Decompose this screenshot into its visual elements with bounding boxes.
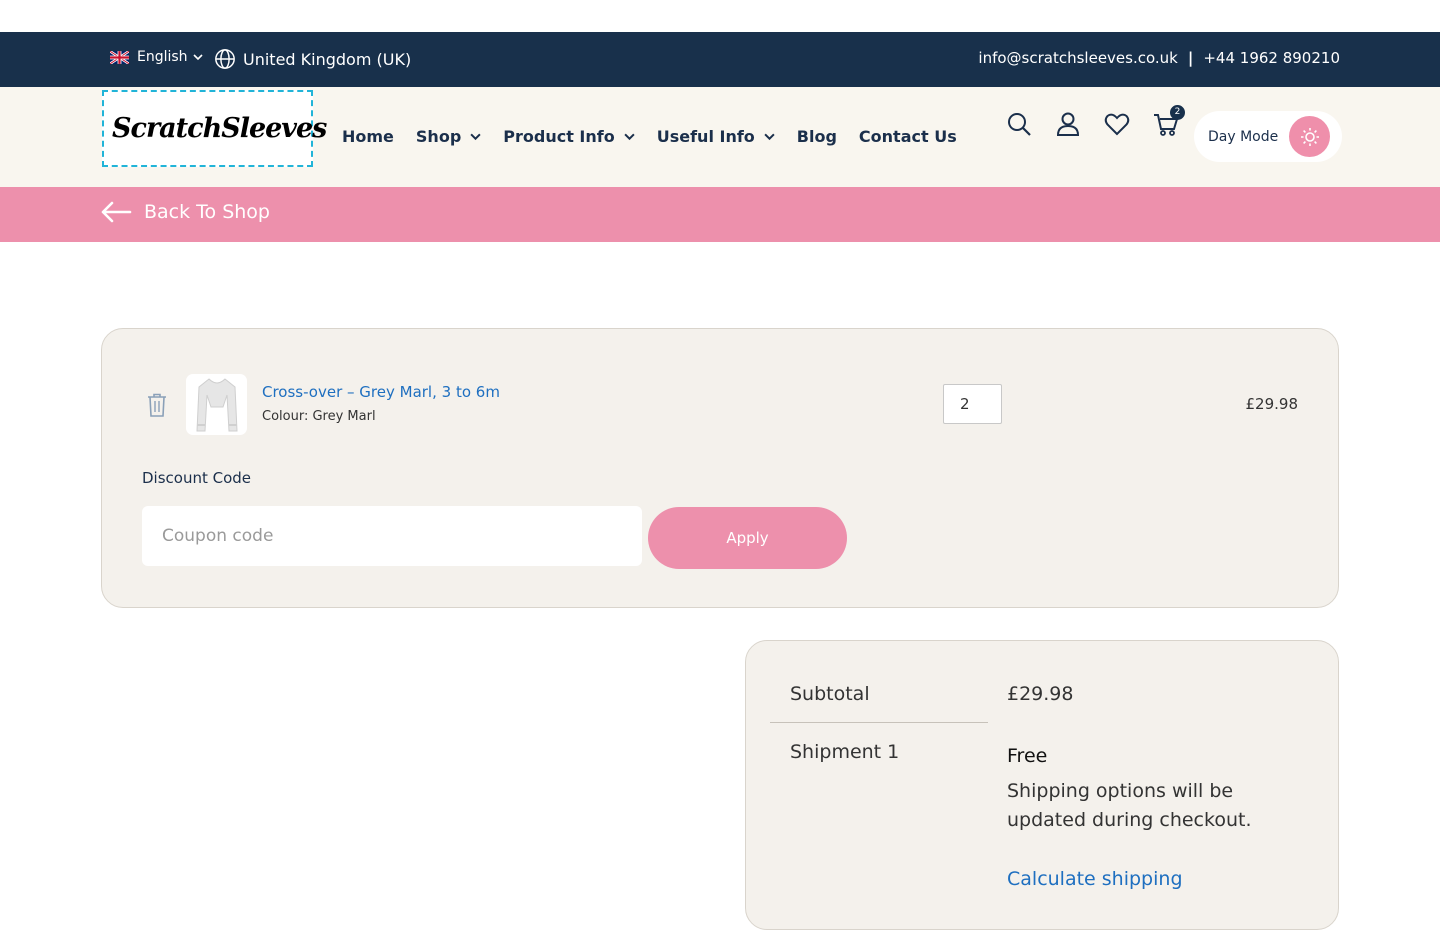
product-name-link[interactable]: Cross-over – Grey Marl, 3 to 6m <box>262 383 500 401</box>
cart-items-card: Cross-over – Grey Marl, 3 to 6m Colour: … <box>101 328 1339 608</box>
day-mode-toggle[interactable]: Day Mode <box>1194 111 1342 162</box>
sun-icon <box>1289 116 1330 157</box>
line-price: £29.98 <box>1245 395 1299 413</box>
nav-label: Blog <box>796 127 837 146</box>
chevron-down-icon <box>764 133 775 141</box>
nav-label: Shop <box>415 127 462 146</box>
nav-label: Home <box>342 127 394 146</box>
globe-icon <box>215 49 235 69</box>
subtotal-label: Subtotal <box>790 683 870 705</box>
product-thumbnail[interactable] <box>186 374 247 435</box>
language-selector[interactable]: English <box>110 49 203 65</box>
shipping-note: Shipping options will be updated during … <box>1007 780 1252 831</box>
chevron-down-icon <box>470 133 481 141</box>
trash-icon[interactable] <box>145 392 169 418</box>
shipment-label: Shipment 1 <box>790 741 900 763</box>
cart-count-badge: 2 <box>1170 105 1185 120</box>
utility-bar: English United Kingdom (UK) info@scratch… <box>0 32 1440 87</box>
nav-label: Useful Info <box>656 127 755 146</box>
site-header: ScratchSleeves Home Shop Product Info Us… <box>0 87 1440 187</box>
shipment-value: Free <box>1007 745 1048 767</box>
back-to-shop-label: Back To Shop <box>144 201 270 223</box>
product-image <box>195 377 238 431</box>
uk-flag-icon <box>110 50 129 64</box>
back-to-shop-link[interactable]: Back To Shop <box>100 201 270 223</box>
discount-code-label: Discount Code <box>142 469 252 487</box>
chevron-down-icon <box>624 133 635 141</box>
subtotal-value: £29.98 <box>1007 683 1074 705</box>
nav-item-home[interactable]: Home <box>342 127 394 146</box>
search-icon[interactable] <box>1006 111 1032 137</box>
cart-button[interactable]: 2 <box>1153 105 1185 137</box>
nav-item-shop[interactable]: Shop <box>416 127 481 146</box>
day-mode-label: Day Mode <box>1208 128 1279 145</box>
site-logo[interactable]: ScratchSleeves <box>102 90 327 167</box>
main-nav: Home Shop Product Info Useful Info Blog … <box>342 127 979 146</box>
totals-divider <box>770 722 988 723</box>
user-icon[interactable] <box>1055 111 1081 137</box>
calculate-shipping-link[interactable]: Calculate shipping <box>1007 868 1183 890</box>
region-selector[interactable]: United Kingdom (UK) <box>214 48 411 70</box>
nav-item-contact[interactable]: Contact Us <box>859 127 957 146</box>
back-to-shop-bar: Back To Shop <box>0 187 1440 242</box>
heart-icon[interactable] <box>1104 111 1130 137</box>
contact-info: info@scratchsleeves.co.uk | +44 1962 890… <box>978 49 1340 67</box>
email-link[interactable]: info@scratchsleeves.co.uk <box>978 49 1177 67</box>
phone-link[interactable]: +44 1962 890210 <box>1203 49 1340 67</box>
cart-totals-card: Subtotal £29.98 Shipment 1 Free Shipping… <box>745 640 1339 930</box>
logo-text: ScratchSleeves <box>112 113 327 144</box>
header-icons: 2 <box>1006 105 1202 137</box>
nav-item-product-info[interactable]: Product Info <box>503 127 635 146</box>
arrow-left-icon <box>101 201 132 223</box>
apply-coupon-button[interactable]: Apply <box>648 507 847 569</box>
coupon-code-input[interactable]: Coupon code <box>142 506 642 566</box>
region-label: United Kingdom (UK) <box>243 49 412 69</box>
quantity-input[interactable]: 2 <box>943 384 1002 424</box>
nav-item-blog[interactable]: Blog <box>797 127 837 146</box>
nav-label: Product Info <box>503 127 615 146</box>
chevron-down-icon <box>192 54 203 61</box>
contact-separator: | <box>1187 49 1194 67</box>
nav-item-useful-info[interactable]: Useful Info <box>657 127 775 146</box>
nav-label: Contact Us <box>858 127 957 146</box>
language-label: English <box>137 49 188 65</box>
top-spacer <box>0 0 1440 32</box>
product-colour: Colour: Grey Marl <box>262 409 376 424</box>
